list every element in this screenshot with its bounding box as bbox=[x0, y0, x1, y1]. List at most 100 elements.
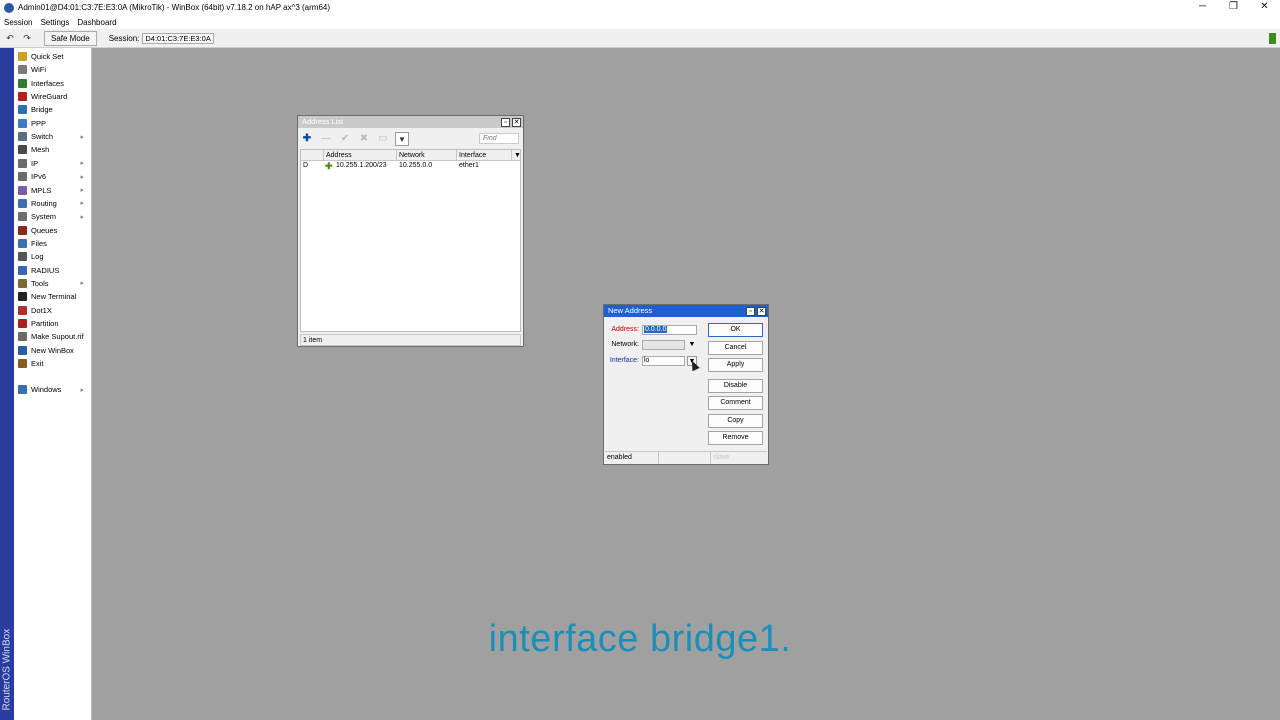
sidebar-item-tools[interactable]: Tools ▸ bbox=[14, 277, 90, 290]
sidebar-item-partition[interactable]: Partition bbox=[14, 317, 90, 330]
submenu-arrow-icon: ▸ bbox=[80, 173, 84, 181]
submenu-arrow-icon: ▸ bbox=[80, 386, 84, 394]
new-address-dialog: New Address ▫ ✕ Address: 0.0.0.0 Network… bbox=[603, 304, 769, 465]
sidebar-item-bridge[interactable]: Bridge bbox=[14, 103, 90, 116]
menu-session[interactable]: Session bbox=[0, 18, 36, 27]
sidebar-item-log[interactable]: Log bbox=[14, 250, 90, 263]
enable-icon[interactable]: ✔ bbox=[338, 132, 352, 146]
address-field[interactable]: 0.0.0.0 bbox=[642, 324, 697, 335]
redo-button[interactable]: ↷ bbox=[20, 31, 34, 46]
disable-button[interactable]: Disable bbox=[708, 379, 763, 393]
restore-icon[interactable]: ▫ bbox=[746, 307, 755, 316]
copy-button[interactable]: Copy bbox=[708, 414, 763, 428]
table-row[interactable]: D ✚ 10.255.1.200/23 10.255.0.0 ether1 bbox=[301, 161, 520, 171]
sidebar-item-label: Interfaces bbox=[31, 78, 64, 88]
main-toolbar: ↶ ↷ Safe Mode Session: D4:01:C3:7E:E3:0A bbox=[0, 29, 1280, 48]
sidebar-item-label: PPP bbox=[31, 118, 47, 128]
sidebar-item-dot1x[interactable]: Dot1X bbox=[14, 304, 90, 317]
sidebar-item-wireguard[interactable]: WireGuard bbox=[14, 90, 90, 103]
sidebar-item-new-winbox[interactable]: New WinBox bbox=[14, 344, 90, 357]
comment-button[interactable]: Comment bbox=[708, 396, 763, 410]
radius-icon bbox=[18, 265, 27, 275]
wireguard-icon bbox=[18, 92, 27, 102]
network-label: Network: bbox=[611, 341, 639, 348]
row-address: 10.255.1.200/23 bbox=[336, 162, 387, 169]
sidebar-item-label: Windows bbox=[31, 385, 62, 394]
cancel-button[interactable]: Cancel bbox=[708, 341, 763, 355]
sidebar-item-label: Routing bbox=[31, 198, 57, 208]
filter-icon[interactable]: ▼ bbox=[395, 132, 409, 146]
close-icon[interactable]: ✕ bbox=[757, 307, 766, 316]
minimize-button[interactable]: ─ bbox=[1187, 0, 1218, 15]
row-network: 10.255.0.0 bbox=[399, 162, 433, 169]
interfaces-icon bbox=[18, 78, 27, 88]
window-controls: ─ ❐ ✕ bbox=[1187, 0, 1280, 15]
network-dropdown-icon[interactable]: ▼ bbox=[687, 340, 697, 350]
sidebar-item-files[interactable]: Files bbox=[14, 237, 90, 250]
sidebar-item-ppp[interactable]: PPP bbox=[14, 117, 90, 130]
menu-dashboard[interactable]: Dashboard bbox=[73, 18, 120, 27]
sidebar-item-queues[interactable]: Queues bbox=[14, 224, 90, 237]
sidebar-item-label: Mesh bbox=[31, 145, 50, 155]
sidebar-item-interfaces[interactable]: Interfaces bbox=[14, 77, 90, 90]
find-input[interactable] bbox=[479, 133, 519, 144]
close-button[interactable]: ✕ bbox=[1249, 0, 1280, 15]
files-icon bbox=[18, 238, 27, 248]
sidebar-item-label: Partition bbox=[31, 319, 59, 328]
disable-icon[interactable]: ✖ bbox=[357, 132, 371, 146]
submenu-arrow-icon: ▸ bbox=[80, 187, 84, 194]
sidebar-item-make-supout-rif[interactable]: Make Supout.rif bbox=[14, 330, 90, 343]
sidebar-item-wifi[interactable]: WiFi bbox=[14, 63, 90, 76]
address-list-status: 1 item bbox=[300, 334, 521, 346]
interface-field[interactable]: lo bbox=[642, 355, 685, 366]
sidebar-item-quick-set[interactable]: Quick Set bbox=[14, 50, 90, 63]
status-middle bbox=[659, 452, 711, 464]
sidebar-item-system[interactable]: System ▸ bbox=[14, 210, 90, 223]
remove-icon[interactable]: — bbox=[319, 132, 333, 146]
safe-mode-button[interactable]: Safe Mode bbox=[44, 30, 97, 46]
network-row: Network: ▼ bbox=[608, 339, 697, 350]
add-icon[interactable]: ✚ bbox=[300, 132, 314, 146]
maximize-button[interactable]: ❐ bbox=[1218, 0, 1249, 15]
bridge-icon bbox=[18, 105, 27, 115]
network-field[interactable] bbox=[642, 339, 685, 350]
sidebar-item-label: New WinBox bbox=[31, 345, 74, 355]
column-interface[interactable]: Interface bbox=[457, 150, 512, 161]
sidebar-item-mpls[interactable]: MPLS ▸ bbox=[14, 184, 90, 197]
video-caption: interface bridge1. bbox=[488, 618, 792, 660]
menu-settings[interactable]: Settings bbox=[36, 18, 73, 27]
column-chooser-icon[interactable]: ▼ bbox=[512, 150, 522, 161]
dynamic-address-icon: ✚ bbox=[325, 161, 333, 171]
sidebar-item-label: Queues bbox=[31, 225, 58, 235]
sidebar-item-label: WireGuard bbox=[31, 92, 68, 102]
apply-button[interactable]: Apply bbox=[708, 358, 763, 372]
sidebar-item-routing[interactable]: Routing ▸ bbox=[14, 197, 90, 210]
column-network[interactable]: Network bbox=[397, 150, 457, 161]
sidebar-item-exit[interactable]: Exit bbox=[14, 357, 90, 370]
sidebar-item-switch[interactable]: Switch ▸ bbox=[14, 130, 90, 143]
session-field[interactable]: D4:01:C3:7E:E3:0A bbox=[142, 32, 214, 44]
sidebar-item-label: New Terminal bbox=[31, 292, 77, 302]
sidebar-item-radius[interactable]: RADIUS bbox=[14, 264, 90, 277]
exit-icon bbox=[18, 359, 27, 369]
sidebar-item-ip[interactable]: IP ▸ bbox=[14, 157, 90, 170]
ip-icon bbox=[18, 158, 27, 168]
sidebar-item-windows[interactable]: Windows ▸ bbox=[14, 383, 90, 396]
sidebar-item-label: Make Supout.rif bbox=[31, 332, 84, 342]
undo-button[interactable]: ↶ bbox=[3, 31, 17, 46]
mesh-icon bbox=[18, 145, 27, 155]
remove-button[interactable]: Remove bbox=[708, 431, 763, 445]
ok-button[interactable]: OK bbox=[708, 323, 763, 337]
sidebar-item-label: MPLS bbox=[31, 185, 52, 195]
sidebar-item-new-terminal[interactable]: New Terminal bbox=[14, 290, 90, 303]
sidebar-item-ipv6[interactable]: IPv6 ▸ bbox=[14, 170, 90, 183]
log-icon bbox=[18, 252, 27, 262]
ppp-icon bbox=[18, 118, 27, 128]
interface-label: Interface: bbox=[609, 357, 639, 364]
sidebar-item-label: Tools bbox=[31, 278, 49, 288]
close-icon[interactable]: ✕ bbox=[512, 118, 521, 127]
sidebar-item-mesh[interactable]: Mesh bbox=[14, 143, 90, 156]
comment-icon[interactable]: ▭ bbox=[376, 132, 390, 146]
restore-icon[interactable]: ▫ bbox=[501, 118, 510, 127]
column-address[interactable]: Address bbox=[324, 150, 397, 161]
